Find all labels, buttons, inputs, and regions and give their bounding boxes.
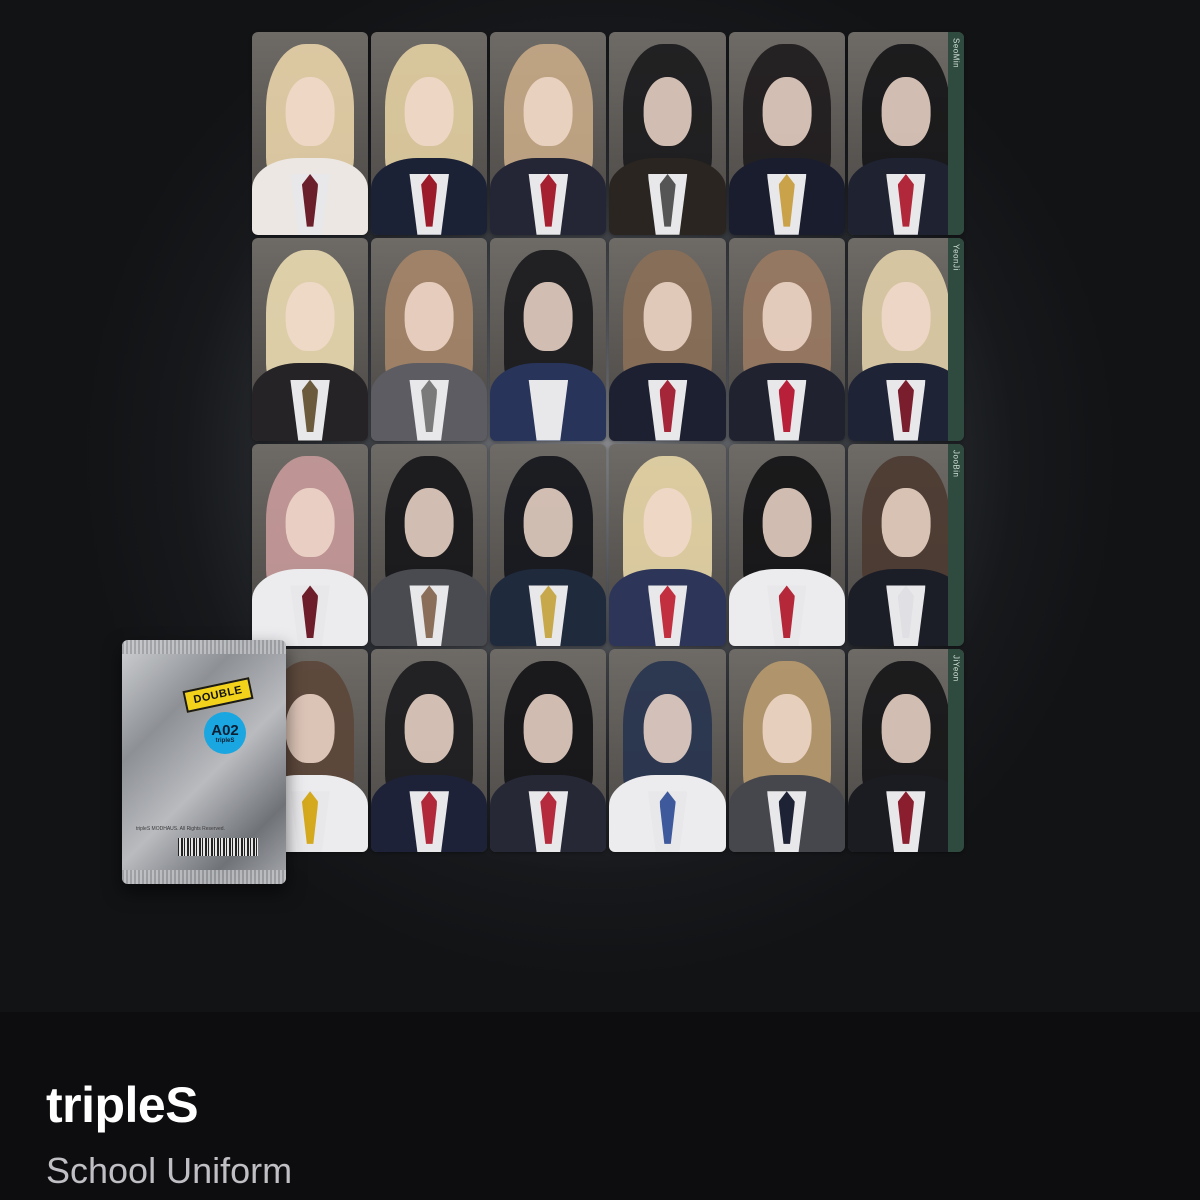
photocard [490,649,607,852]
product-artist-title: tripleS [46,1077,199,1133]
pack-code: A02 [211,721,239,739]
photocard-face [285,282,335,352]
photocard-pack: DOUBLE A02 tripleS tripleS MODHAUS. All … [122,640,286,884]
photocard-face [881,693,931,763]
photocard-face [643,76,692,146]
photocard [490,237,607,441]
photocard-member-tab: YeonJi [947,237,964,441]
photocard-face [285,76,335,146]
photocard [728,649,845,852]
photocard-member-tab: SeoMin [947,32,964,235]
photocard-face [643,693,692,763]
pack-fineprint: tripleS MODHAUS. All Rights Reserved. [136,826,225,832]
product-image[interactable]: SeoMin YeonJi JooBin JiYeon DOUBLE A02 trip… [0,0,1200,1012]
photocard [371,237,488,441]
product-info: tripleS School Uniform [0,1012,1200,1200]
pack-code-badge: A02 tripleS [204,712,246,754]
photocard-face [762,76,812,146]
photocard-face [881,76,931,146]
photocard [609,443,726,647]
photocard-face [643,488,692,558]
photocard [371,443,488,647]
photocard-face [643,282,692,352]
photocard [371,32,488,235]
pack-code-sub: tripleS [215,737,235,744]
photocard-grid: SeoMin YeonJi JooBin JiYeon [252,32,964,852]
photocard-face [881,488,931,558]
photocard [728,32,845,235]
photocard [490,443,607,647]
photocard-face [285,488,335,558]
photocard: SeoMin [847,32,964,235]
pack-label: DOUBLE [182,677,254,713]
photocard-member-name: JooBin [951,449,961,477]
photocard-face [524,282,573,352]
photocard-face [762,693,812,763]
photocard-face [762,488,812,558]
photocard-face [404,76,454,146]
photocard [728,237,845,441]
photocard-member-tab: JooBin [947,443,964,647]
photocard [728,443,845,647]
pack-crimp-top [122,640,286,654]
photocard [252,32,369,235]
photocard-face [881,282,931,352]
photocard: YeonJi [847,237,964,441]
listing-page: SeoMin YeonJi JooBin JiYeon DOUBLE A02 trip… [0,0,1200,1200]
photocard: JiYeon [847,649,964,852]
photocard [252,237,369,441]
photocard-face [524,76,573,146]
photocard [490,32,607,235]
photocard [609,237,726,441]
photocard-member-name: SeoMin [951,38,961,69]
photocard-face [404,282,454,352]
photocard [609,32,726,235]
photocard-face [762,282,812,352]
photocard-face [524,488,573,558]
photocard: JooBin [847,443,964,647]
pack-crimp-bottom [122,870,286,884]
photocard-member-tab: JiYeon [947,649,964,852]
photocard [371,649,488,852]
photocard-member-name: YeonJi [951,243,961,271]
photocard-face [285,693,335,763]
photocard-face [404,693,454,763]
product-name-subtitle: School Uniform [46,1150,293,1191]
barcode-icon [178,838,258,856]
photocard-member-name: JiYeon [951,655,961,682]
photocard [609,649,726,852]
photocard [252,443,369,647]
photocard-face [404,488,454,558]
photocard-face [524,693,573,763]
